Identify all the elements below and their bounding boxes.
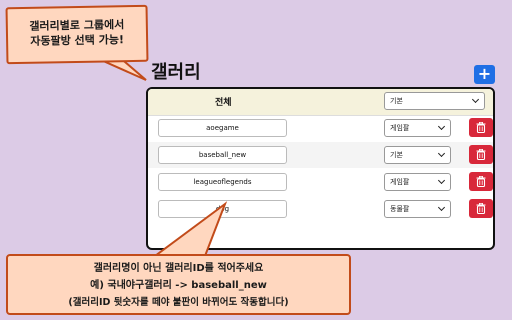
chevron-down-icon bbox=[437, 149, 446, 158]
annotation-bubble-bottom: 갤러리명이 아닌 갤러리ID를 적어주세요 예) 국내야구갤러리 -> base… bbox=[6, 254, 351, 315]
preset-select[interactable]: 동물팔 bbox=[384, 200, 451, 218]
all-galleries-label: 전체 bbox=[215, 98, 232, 108]
preset-select[interactable]: 게임팔 bbox=[384, 119, 451, 137]
bubble-tail-bottom bbox=[151, 201, 228, 257]
delete-button[interactable] bbox=[469, 118, 493, 137]
gallery-id-input[interactable]: leagueoflegends bbox=[158, 173, 287, 191]
annotation-text: 갤러리명이 아닌 갤러리ID를 적어주세요 bbox=[93, 263, 264, 274]
select-value: 기본 bbox=[390, 97, 403, 105]
annotation-bubble-top: 갤러리별로 그룹에서 자동팔방 선택 가능! bbox=[5, 4, 149, 65]
annotation-text: 자동팔방 선택 가능! bbox=[30, 33, 125, 48]
default-preset-select[interactable]: 기본 bbox=[384, 92, 485, 110]
panel-header: 전체 기본 bbox=[148, 89, 493, 116]
chevron-down-icon bbox=[437, 203, 446, 212]
annotation-text: (갤러리ID 뒷숫자를 떼야 불판이 바뀌어도 작동합니다) bbox=[68, 297, 289, 308]
preset-select[interactable]: 기본 bbox=[384, 146, 451, 164]
gallery-row: baseball_new 기본 bbox=[148, 142, 493, 168]
select-value: 게임팔 bbox=[390, 178, 410, 186]
preset-select[interactable]: 게임팔 bbox=[384, 173, 451, 191]
trash-icon bbox=[476, 203, 486, 214]
add-gallery-button[interactable]: + bbox=[474, 65, 495, 84]
gallery-row: aoegame 게임팔 bbox=[148, 115, 493, 141]
annotation-text: 예) 국내야구갤러리 -> baseball_new bbox=[90, 280, 267, 291]
trash-icon bbox=[476, 149, 486, 160]
page-title: 갤러리 bbox=[151, 62, 201, 83]
chevron-down-icon bbox=[437, 176, 446, 185]
delete-button[interactable] bbox=[469, 145, 493, 164]
chevron-down-icon bbox=[437, 122, 446, 131]
gallery-id-input[interactable]: baseball_new bbox=[158, 146, 287, 164]
gallery-row: leagueoflegends 게임팔 bbox=[148, 169, 493, 195]
trash-icon bbox=[476, 176, 486, 187]
select-value: 동물팔 bbox=[390, 205, 410, 213]
select-value: 게임팔 bbox=[390, 124, 410, 132]
chevron-down-icon bbox=[471, 95, 480, 104]
gallery-id-input[interactable]: aoegame bbox=[158, 119, 287, 137]
trash-icon bbox=[476, 122, 486, 133]
select-value: 기본 bbox=[390, 151, 403, 159]
delete-button[interactable] bbox=[469, 199, 493, 218]
delete-button[interactable] bbox=[469, 172, 493, 191]
